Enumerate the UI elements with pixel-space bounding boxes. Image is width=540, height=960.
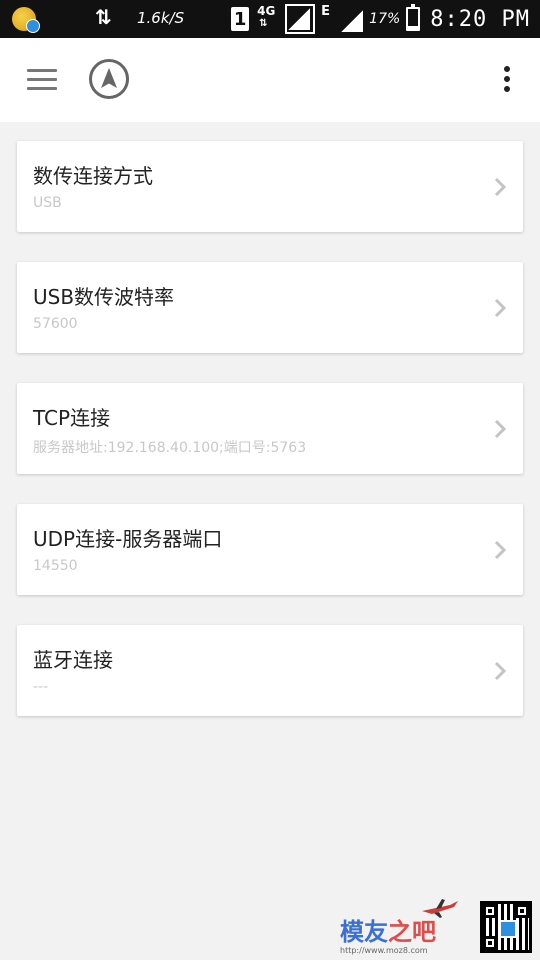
watermark: 模友之吧 http://www.moz8.com xyxy=(340,895,540,960)
setting-title: TCP连接 xyxy=(33,406,111,430)
qr-code-icon xyxy=(480,901,532,953)
battery-level-fill xyxy=(408,25,419,29)
clock: 8:20 PM xyxy=(430,6,530,32)
more-vert-icon[interactable] xyxy=(502,66,512,96)
settings-list: 数传连接方式 USB USB数传波特率 57600 TCP连接 服务器地址:19… xyxy=(17,141,523,746)
battery-icon xyxy=(406,4,421,31)
chevron-right-icon xyxy=(494,298,507,318)
chevron-right-icon xyxy=(494,661,507,681)
status-bar-notifications xyxy=(12,6,40,33)
hamburger-menu-icon[interactable] xyxy=(27,69,57,91)
status-bar: ⇅ 1.6k/S 1 4G ⇅ E 17% 8:20 PM xyxy=(0,0,540,38)
app-notification-icon xyxy=(12,7,40,33)
sim-slot-indicator: 1 xyxy=(231,7,250,31)
chevron-right-icon xyxy=(494,177,507,197)
data-sync-icon: ⇅ xyxy=(95,5,112,29)
network-type-e: E xyxy=(321,4,331,19)
signal-strength-2-icon xyxy=(339,6,364,32)
setting-udp-connection[interactable]: UDP连接-服务器端口 14550 xyxy=(17,504,523,595)
setting-title: UDP连接-服务器端口 xyxy=(33,527,223,551)
setting-value: 57600 xyxy=(33,316,78,332)
setting-value: USB xyxy=(33,195,62,211)
network-speed: 1.6k/S xyxy=(137,9,185,27)
setting-usb-baud-rate[interactable]: USB数传波特率 57600 xyxy=(17,262,523,353)
setting-value: 服务器地址:192.168.40.100;端口号:5763 xyxy=(33,440,307,456)
data-activity-icon: ⇅ xyxy=(259,18,268,29)
navigation-arrow-icon[interactable] xyxy=(88,58,130,100)
status-bar-indicators: 1 4G ⇅ E 17% 8:20 PM xyxy=(231,3,530,35)
chevron-right-icon xyxy=(494,419,507,439)
signal-strength-icon xyxy=(285,4,316,34)
setting-title: 数传连接方式 xyxy=(33,164,153,188)
watermark-brand: 模友之吧 xyxy=(340,918,436,946)
setting-value: --- xyxy=(33,679,49,695)
app-bar xyxy=(0,38,540,122)
setting-tcp-connection[interactable]: TCP连接 服务器地址:192.168.40.100;端口号:5763 xyxy=(17,383,523,474)
battery-percent: 17% xyxy=(369,11,401,27)
network-type-4g: 4G ⇅ xyxy=(257,4,276,29)
setting-title: 蓝牙连接 xyxy=(33,648,113,672)
chevron-right-icon xyxy=(494,540,507,560)
setting-bluetooth-connection[interactable]: 蓝牙连接 --- xyxy=(17,625,523,716)
watermark-url: http://www.moz8.com xyxy=(340,946,428,955)
setting-connection-type[interactable]: 数传连接方式 USB xyxy=(17,141,523,232)
setting-title: USB数传波特率 xyxy=(33,285,175,309)
setting-value: 14550 xyxy=(33,558,78,574)
